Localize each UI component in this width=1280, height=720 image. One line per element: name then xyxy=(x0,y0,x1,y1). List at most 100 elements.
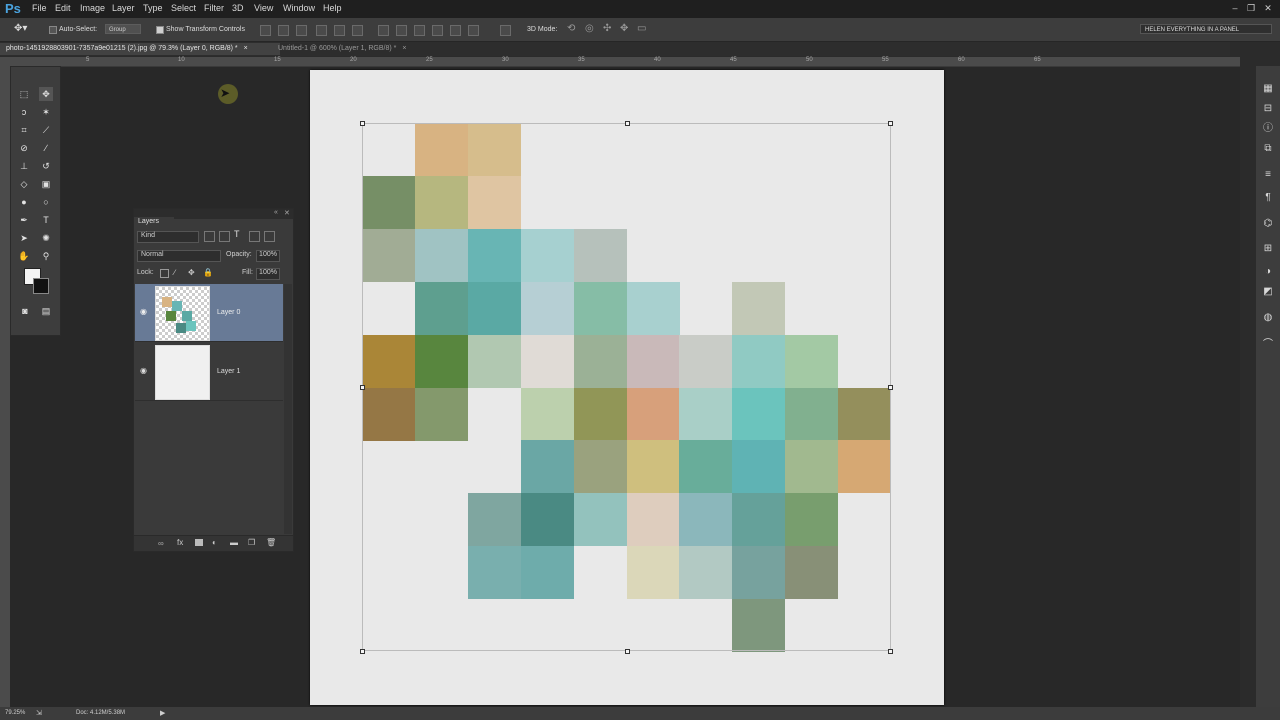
layer-filter-dropdown[interactable]: Kind xyxy=(137,231,199,243)
menu-image[interactable]: Image xyxy=(80,3,105,13)
transform-handle-top-left[interactable] xyxy=(360,121,365,126)
color-panel-icon[interactable]: ◑ xyxy=(1262,266,1274,278)
tab-untitled-document[interactable]: Untitled-1 @ 600% (Layer 1, RGB/8) * × xyxy=(272,43,436,55)
auto-select-checkbox[interactable] xyxy=(49,26,57,34)
healing-brush-icon[interactable]: ⊘ xyxy=(17,141,31,155)
link-layers-icon[interactable]: ∞ xyxy=(158,539,164,548)
restore-icon[interactable]: ❐ xyxy=(1245,2,1257,14)
filter-pixel-icon[interactable] xyxy=(204,231,215,242)
auto-select-dropdown[interactable]: Group xyxy=(105,24,141,34)
layer-row-layer-0[interactable]: ◉ Layer 0 xyxy=(135,284,283,342)
eraser-tool-icon[interactable]: ◇ xyxy=(17,177,31,191)
brush-tool-icon[interactable]: ∕ xyxy=(39,141,53,155)
layer-row-layer-1[interactable]: ◉ Layer 1 xyxy=(135,343,283,401)
menu-type[interactable]: Type xyxy=(143,3,163,13)
3d-slide-icon[interactable]: ✥ xyxy=(620,23,628,34)
transform-handle-top[interactable] xyxy=(625,121,630,126)
lock-pixels-icon[interactable]: ∕ xyxy=(174,268,175,277)
layers-scrollbar[interactable] xyxy=(284,284,292,534)
new-layer-icon[interactable]: ❐ xyxy=(248,538,255,547)
transform-handle-right[interactable] xyxy=(888,385,893,390)
transform-controls-checkbox[interactable] xyxy=(156,26,164,34)
minimize-icon[interactable]: – xyxy=(1229,2,1241,14)
transform-handle-bottom-right[interactable] xyxy=(888,649,893,654)
align-top-icon[interactable] xyxy=(260,25,271,36)
type-tool-icon[interactable]: T xyxy=(39,213,53,227)
distribute-hcenter-icon[interactable] xyxy=(450,25,461,36)
styles-panel-icon[interactable]: ◩ xyxy=(1262,286,1274,298)
history-panel-icon[interactable]: ▦ xyxy=(1262,83,1274,95)
distribute-bottom-icon[interactable] xyxy=(414,25,425,36)
panel-collapse-icon[interactable]: « xyxy=(274,209,278,216)
menu-window[interactable]: Window xyxy=(283,3,315,13)
menu-filter[interactable]: Filter xyxy=(204,3,224,13)
blend-mode-dropdown[interactable]: Normal xyxy=(137,250,221,262)
tab-close-icon[interactable]: × xyxy=(402,45,406,52)
brush-presets-icon[interactable]: ⌒ xyxy=(1262,339,1274,351)
transform-handle-bottom[interactable] xyxy=(625,649,630,654)
hand-tool-icon[interactable]: ✋ xyxy=(17,249,31,263)
transform-bounding-box[interactable] xyxy=(362,123,891,651)
properties-panel-icon[interactable]: ⊟ xyxy=(1262,103,1274,115)
panel-close-icon[interactable]: ✕ xyxy=(284,209,290,217)
filter-smart-object-icon[interactable] xyxy=(264,231,275,242)
menu-3d[interactable]: 3D xyxy=(232,3,244,13)
zoom-tool-icon[interactable]: ⚲ xyxy=(39,249,53,263)
workspace-switcher[interactable]: HELEN EVERYTHING IN A PANEL xyxy=(1140,24,1272,34)
auto-align-icon[interactable] xyxy=(500,25,511,36)
menu-edit[interactable]: Edit xyxy=(55,3,71,13)
tab-close-icon[interactable]: × xyxy=(244,45,248,52)
channels-panel-icon[interactable]: ◍ xyxy=(1262,312,1274,324)
menu-help[interactable]: Help xyxy=(323,3,342,13)
close-icon[interactable]: ✕ xyxy=(1262,2,1274,14)
align-hcenter-icon[interactable] xyxy=(334,25,345,36)
distribute-right-icon[interactable] xyxy=(468,25,479,36)
distribute-left-icon[interactable] xyxy=(432,25,443,36)
3d-pan-icon[interactable]: ✣ xyxy=(603,23,611,34)
visibility-eye-icon[interactable]: ◉ xyxy=(140,366,147,375)
3d-roll-icon[interactable]: ◎ xyxy=(585,23,594,34)
pen-tool-icon[interactable]: ✒ xyxy=(17,213,31,227)
3d-scale-icon[interactable]: ▭ xyxy=(637,23,646,34)
menu-select[interactable]: Select xyxy=(171,3,196,13)
adjustments-panel-icon[interactable]: ≡ xyxy=(1262,169,1274,181)
3d-panel-icon[interactable]: ⌬ xyxy=(1262,218,1274,230)
layer-mask-icon[interactable] xyxy=(195,539,203,546)
layer-name[interactable]: Layer 0 xyxy=(217,309,240,316)
visibility-eye-icon[interactable]: ◉ xyxy=(140,307,147,316)
menu-view[interactable]: View xyxy=(254,3,273,13)
dodge-tool-icon[interactable]: ○ xyxy=(39,195,53,209)
distribute-vcenter-icon[interactable] xyxy=(396,25,407,36)
layer-style-icon[interactable]: fx xyxy=(177,538,183,547)
transform-handle-bottom-left[interactable] xyxy=(360,649,365,654)
adjustment-layer-icon[interactable]: ◐ xyxy=(212,538,217,547)
menu-layer[interactable]: Layer xyxy=(112,3,135,13)
transform-handle-top-right[interactable] xyxy=(888,121,893,126)
lock-transparent-icon[interactable] xyxy=(160,269,169,278)
zoom-level[interactable]: 79.25% xyxy=(5,710,25,716)
filter-shape-icon[interactable] xyxy=(249,231,260,242)
3d-rotate-icon[interactable]: ⟲ xyxy=(567,23,575,34)
distribute-top-icon[interactable] xyxy=(378,25,389,36)
info-panel-icon[interactable]: ⓘ xyxy=(1262,123,1274,135)
fill-input[interactable]: 100% xyxy=(256,268,280,280)
gradient-tool-icon[interactable]: ▣ xyxy=(39,177,53,191)
transform-handle-left[interactable] xyxy=(360,385,365,390)
blur-tool-icon[interactable]: ● xyxy=(17,195,31,209)
menu-file[interactable]: File xyxy=(32,3,47,13)
swatches-panel-icon[interactable]: ⊞ xyxy=(1262,243,1274,255)
background-color-swatch[interactable] xyxy=(33,278,49,294)
shape-tool-icon[interactable]: ✺ xyxy=(39,231,53,245)
paths-panel-icon[interactable]: ⧉ xyxy=(1262,143,1274,155)
history-brush-icon[interactable]: ↺ xyxy=(39,159,53,173)
marquee-tool-icon[interactable]: ⬚ xyxy=(17,87,31,101)
align-bottom-icon[interactable] xyxy=(296,25,307,36)
filter-type-icon[interactable]: T xyxy=(234,229,240,239)
align-vcenter-icon[interactable] xyxy=(278,25,289,36)
paragraph-panel-icon[interactable]: ¶ xyxy=(1262,192,1274,204)
clone-stamp-icon[interactable]: ⊥ xyxy=(17,159,31,173)
magic-wand-icon[interactable]: ✶ xyxy=(39,105,53,119)
layer-name[interactable]: Layer 1 xyxy=(217,368,240,375)
status-menu-arrow-icon[interactable]: ▶ xyxy=(160,709,165,717)
move-tool-icon[interactable]: ✥▾ xyxy=(14,23,27,34)
